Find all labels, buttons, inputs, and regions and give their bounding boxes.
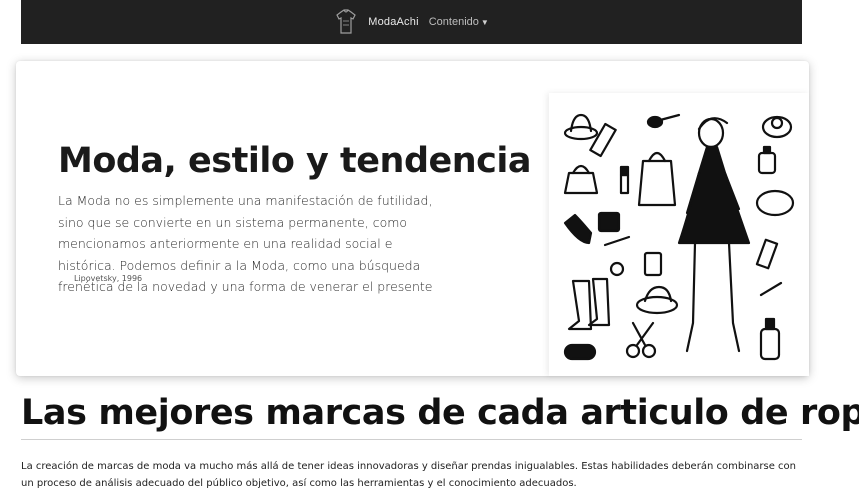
fashion-illustration-icon [549,93,809,376]
hero-citation: Lipovetsky, 1996 [74,274,143,283]
top-navbar: ModaAchi Contenido ▼ [21,0,802,44]
section-paragraph: La creación de marcas de moda va mucho m… [21,461,797,489]
hero-card: Moda, estilo y tendencia La Moda no es s… [16,61,809,376]
content-dropdown-label: Contenido [428,16,479,28]
hero-title: Moda, estilo y tendencia [58,141,532,181]
section-title: Las mejores marcas de cada articulo de r… [21,393,859,440]
clothing-logo-icon[interactable] [334,7,358,37]
content-dropdown[interactable]: Contenido ▼ [429,16,489,28]
brand-link[interactable]: ModaAchi [368,16,419,28]
chevron-down-icon: ▼ [480,17,489,27]
